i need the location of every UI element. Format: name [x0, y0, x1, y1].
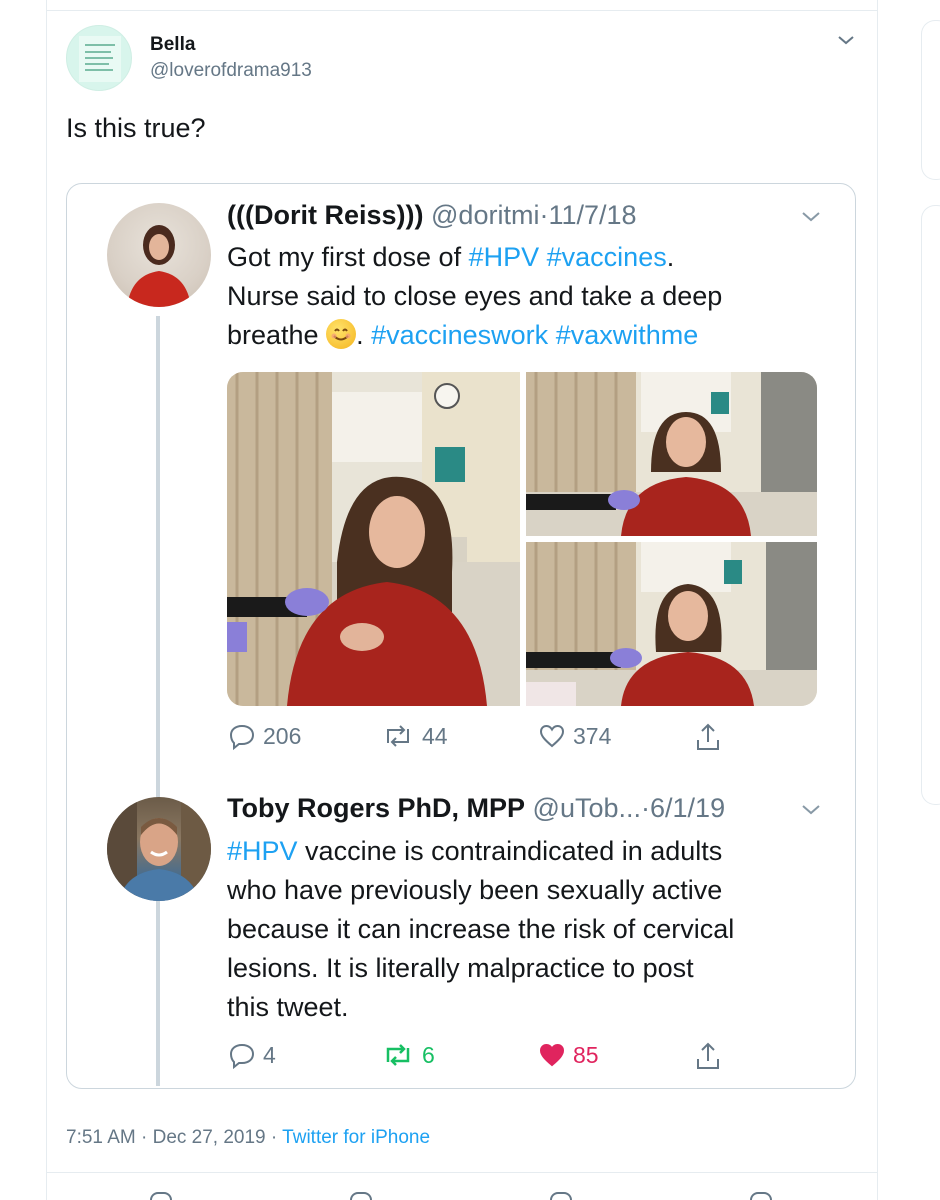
tweet-photo[interactable]: [227, 372, 520, 706]
separator: ·: [641, 793, 651, 823]
avatar-image: [79, 36, 121, 82]
tweet-source-link[interactable]: Twitter for iPhone: [282, 1127, 430, 1148]
retweet-button[interactable]: 44: [380, 721, 448, 751]
reply-count: 4: [263, 1041, 276, 1068]
tweet-timestamp: 7:51 AM · Dec 27, 2019 · Twitter for iPh…: [66, 1127, 430, 1149]
like-count: 85: [573, 1041, 599, 1068]
like-count: 374: [573, 722, 612, 749]
quoted-date[interactable]: 6/1/19: [650, 793, 725, 823]
tweet-photo[interactable]: [526, 542, 817, 706]
like-button[interactable]: 85: [537, 1040, 599, 1070]
avatar-image: [127, 225, 191, 307]
chevron-down-icon[interactable]: [836, 33, 856, 47]
avatar[interactable]: [107, 797, 211, 901]
quoted-text-line: Got my first dose of #HPV #vaccines.: [227, 242, 675, 272]
separator: ·: [270, 1127, 278, 1148]
retweet-icon[interactable]: [350, 1192, 372, 1200]
tweet-photo[interactable]: [526, 372, 817, 536]
hashtag-link[interactable]: #HPV: [469, 242, 540, 272]
media-grid: [227, 372, 817, 706]
share-icon: [697, 1042, 719, 1069]
sidebar-card: [921, 205, 940, 805]
quoted-author-handle[interactable]: @doritmi: [431, 200, 539, 230]
quoted-date[interactable]: 11/7/18: [548, 200, 636, 230]
quoted-text-line: this tweet.: [227, 992, 349, 1022]
like-icon: [539, 1043, 565, 1067]
timeline-border-left: [46, 0, 47, 1200]
hashtag-link[interactable]: #vaxwithme: [556, 320, 699, 350]
quoted-text-line: breathe . #vaccineswork #vaxwithme: [227, 319, 699, 350]
divider: [46, 10, 878, 11]
chevron-down-icon[interactable]: [800, 209, 822, 223]
like-button[interactable]: 374: [537, 721, 611, 751]
timestamp-text[interactable]: 7:51 AM · Dec 27, 2019: [66, 1127, 266, 1148]
avatar[interactable]: [107, 203, 211, 307]
hashtag-link[interactable]: #vaccineswork: [371, 320, 548, 350]
tweet-actions: 206 44 374: [227, 721, 747, 757]
author-handle[interactable]: @loverofdrama913: [150, 60, 312, 82]
avatar-image: [107, 797, 211, 901]
quoted-author-name[interactable]: Toby Rogers PhD, MPP: [227, 793, 525, 823]
quoted-author-name[interactable]: (((Dorit Reiss))): [227, 200, 424, 230]
quoted-text: #HPV vaccine is contraindicated in adult…: [227, 832, 734, 1027]
share-button[interactable]: [693, 1040, 729, 1072]
retweet-button[interactable]: 6: [380, 1040, 435, 1070]
reply-button[interactable]: 206: [227, 721, 301, 751]
quoted-text-line: #HPV vaccine is contraindicated in adult…: [227, 836, 723, 866]
main-tweet-actions: [150, 1188, 790, 1200]
share-icon[interactable]: [750, 1192, 772, 1200]
quoted-header: (((Dorit Reiss))) @doritmi·11/7/18: [227, 200, 637, 231]
sidebar-card: [921, 20, 940, 180]
quoted-text-line: lesions. It is literally malpractice to …: [227, 953, 694, 983]
like-icon: [539, 724, 565, 748]
divider: [46, 1172, 878, 1173]
retweet-count: 44: [422, 722, 448, 749]
quoted-text: Got my first dose of #HPV #vaccines. Nur…: [227, 238, 722, 355]
like-icon[interactable]: [550, 1192, 572, 1200]
timeline-border-right: [877, 0, 878, 1200]
reply-icon: [229, 1043, 255, 1070]
chevron-down-icon[interactable]: [800, 802, 822, 816]
tweet-text: Is this true?: [66, 113, 206, 143]
retweet-count: 6: [422, 1041, 435, 1068]
share-icon: [697, 723, 719, 750]
avatar[interactable]: [66, 25, 132, 91]
reply-button[interactable]: 4: [227, 1040, 276, 1070]
quoted-header: Toby Rogers PhD, MPP @uTob...·6/1/19: [227, 793, 725, 824]
reply-count: 206: [263, 722, 302, 749]
retweet-icon: [386, 1044, 410, 1066]
quoted-text-line: Nurse said to close eyes and take a deep: [227, 281, 723, 311]
author-name[interactable]: Bella: [150, 34, 195, 56]
reply-icon[interactable]: [150, 1192, 172, 1200]
smiling-face-emoji: [326, 319, 357, 349]
hashtag-link[interactable]: #HPV: [227, 836, 298, 866]
hashtag-link[interactable]: #vaccines: [547, 242, 667, 272]
share-button[interactable]: [693, 721, 729, 753]
retweet-icon: [387, 725, 409, 747]
thread-connector: [156, 316, 160, 1086]
quoted-author-handle[interactable]: @uTob...: [533, 793, 641, 823]
quoted-text-line: because it can increase the risk of cerv…: [227, 914, 735, 944]
tweet-actions: 4 6 85: [227, 1040, 747, 1076]
reply-icon: [229, 724, 255, 751]
quoted-text-line: who have previously been sexually active: [227, 875, 723, 905]
